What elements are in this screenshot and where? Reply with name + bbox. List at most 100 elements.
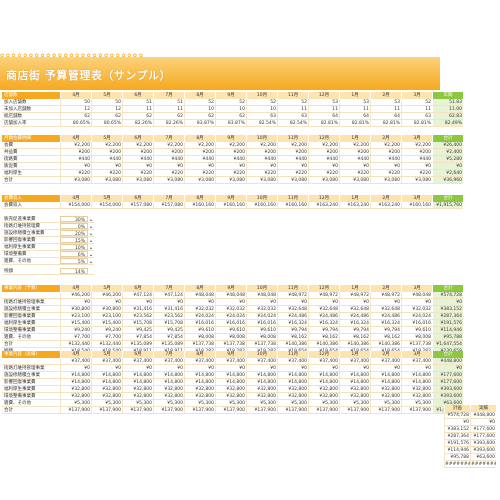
cell[interactable]: ¥0 (91, 163, 122, 169)
cell[interactable]: ¥220 (215, 170, 246, 176)
cell[interactable]: ¥137,900 (401, 407, 432, 413)
cell[interactable]: ¥137,900 (184, 407, 215, 413)
cell[interactable]: ¥23,100 (60, 313, 91, 319)
cell[interactable]: ¥14,800 (246, 372, 277, 378)
cell[interactable]: ¥30,800 (60, 306, 91, 312)
cell[interactable]: ¥14,800 (246, 379, 277, 385)
cell[interactable]: ¥5,300 (246, 400, 277, 406)
cell[interactable]: ¥23,100 (91, 313, 122, 319)
cell[interactable]: ¥200 (277, 149, 308, 155)
cell[interactable]: ¥0 (308, 163, 339, 169)
side-cell[interactable]: ¥114,946 (444, 447, 470, 453)
cell[interactable]: ¥32,800 (184, 393, 215, 399)
total-cell[interactable]: ¥448,800 (432, 358, 463, 364)
cell[interactable]: ¥200 (60, 149, 91, 155)
cell[interactable]: ¥37,400 (153, 358, 184, 364)
cell[interactable]: ¥137,738 (215, 341, 246, 347)
spin-icon[interactable]: ▴ (88, 216, 94, 222)
cell[interactable]: ¥220 (91, 170, 122, 176)
cell[interactable]: ¥14,800 (60, 379, 91, 385)
cell[interactable]: ¥8,162 (370, 334, 401, 340)
cell[interactable]: ¥32,800 (246, 386, 277, 392)
cell[interactable]: ¥0 (370, 365, 401, 371)
cell[interactable]: ¥15,708 (122, 320, 153, 326)
cell[interactable]: ¥5,300 (184, 400, 215, 406)
cell[interactable]: ¥0 (153, 365, 184, 371)
cell[interactable]: ¥0 (246, 299, 277, 305)
total-cell[interactable]: ¥287,364 (432, 313, 463, 319)
cell[interactable]: ¥14,800 (401, 379, 432, 385)
cell[interactable]: ¥0 (401, 299, 432, 305)
cell[interactable]: ¥14,800 (91, 372, 122, 378)
cell[interactable]: ¥32,648 (308, 306, 339, 312)
cell[interactable]: ¥135,089 (122, 341, 153, 347)
cell[interactable]: ¥5,300 (277, 400, 308, 406)
cell[interactable]: ¥440 (122, 156, 153, 162)
cell[interactable]: ¥160,160 (401, 202, 432, 208)
cell[interactable]: ¥3,080 (370, 177, 401, 183)
cell[interactable]: ¥14,800 (215, 379, 246, 385)
cell[interactable]: 10 (246, 106, 277, 112)
cell[interactable]: 52 (215, 99, 246, 105)
cell[interactable]: ¥9,794 (339, 327, 370, 333)
side-cell[interactable]: ¥574,728 (444, 412, 470, 418)
cell[interactable]: 10 (215, 106, 246, 112)
side-cell[interactable]: ¥63,600 (470, 454, 496, 460)
cell[interactable]: ¥32,800 (215, 386, 246, 392)
cell[interactable]: ¥440 (91, 156, 122, 162)
cell[interactable]: ¥8,008 (246, 334, 277, 340)
cell[interactable]: ¥137,900 (91, 407, 122, 413)
cell[interactable]: ¥0 (401, 163, 432, 169)
cell[interactable]: ¥137,900 (246, 407, 277, 413)
cell[interactable]: ¥48,972 (339, 292, 370, 298)
cell[interactable]: ¥2,200 (370, 142, 401, 148)
cell[interactable]: ¥9,240 (91, 327, 122, 333)
cell[interactable]: 62 (153, 113, 184, 119)
allocation-percent[interactable]: 10% (60, 244, 88, 251)
cell[interactable]: ¥440 (60, 156, 91, 162)
cell[interactable]: ¥0 (308, 299, 339, 305)
cell[interactable]: ¥154,000 (60, 202, 91, 208)
cell[interactable]: ¥16,016 (401, 320, 432, 326)
cell[interactable]: ¥200 (215, 149, 246, 155)
cell[interactable]: ¥31,416 (122, 306, 153, 312)
cell[interactable]: ¥3,080 (60, 177, 91, 183)
cell[interactable]: ¥5,300 (401, 400, 432, 406)
spin-icon[interactable]: ▴ (88, 230, 94, 236)
side-cell[interactable]: ¥448,800 (470, 412, 496, 418)
cell[interactable]: ¥9,794 (277, 327, 308, 333)
cell[interactable]: ¥137,900 (122, 407, 153, 413)
cell[interactable]: ¥440 (153, 156, 184, 162)
cell[interactable]: 64 (339, 113, 370, 119)
cell[interactable]: ¥9,610 (215, 327, 246, 333)
cell[interactable]: ¥14,800 (339, 372, 370, 378)
cell[interactable]: ¥2,200 (60, 142, 91, 148)
cell[interactable]: ¥0 (60, 299, 91, 305)
cell[interactable]: ¥5,300 (60, 400, 91, 406)
cell[interactable]: ¥7,854 (122, 334, 153, 340)
cell[interactable]: 11 (153, 106, 184, 112)
cell[interactable]: ¥0 (91, 365, 122, 371)
cell[interactable]: ¥37,400 (246, 358, 277, 364)
cell[interactable]: ¥0 (215, 365, 246, 371)
cell[interactable]: 11 (401, 106, 432, 112)
cell[interactable]: ¥9,794 (370, 327, 401, 333)
cell[interactable]: ¥8,162 (308, 334, 339, 340)
cell[interactable]: ¥0 (339, 163, 370, 169)
cell[interactable]: 82.26% (153, 120, 184, 126)
cell[interactable]: 83.87% (184, 120, 215, 126)
total-cell[interactable]: 51.83 (432, 99, 463, 105)
cell[interactable]: ¥0 (308, 365, 339, 371)
cell[interactable]: 64 (370, 113, 401, 119)
cell[interactable]: 11 (370, 106, 401, 112)
cell[interactable]: ¥0 (122, 365, 153, 371)
cell[interactable]: 62 (215, 113, 246, 119)
cell[interactable]: 63 (246, 113, 277, 119)
cell[interactable]: ¥14,800 (308, 379, 339, 385)
cell[interactable]: ¥31,416 (153, 306, 184, 312)
cell[interactable]: ¥9,240 (60, 327, 91, 333)
cell[interactable]: ¥220 (246, 170, 277, 176)
cell[interactable]: 80.65% (91, 120, 122, 126)
side-cell[interactable]: ¥383,152 (444, 426, 470, 432)
cell[interactable]: ¥14,800 (370, 372, 401, 378)
